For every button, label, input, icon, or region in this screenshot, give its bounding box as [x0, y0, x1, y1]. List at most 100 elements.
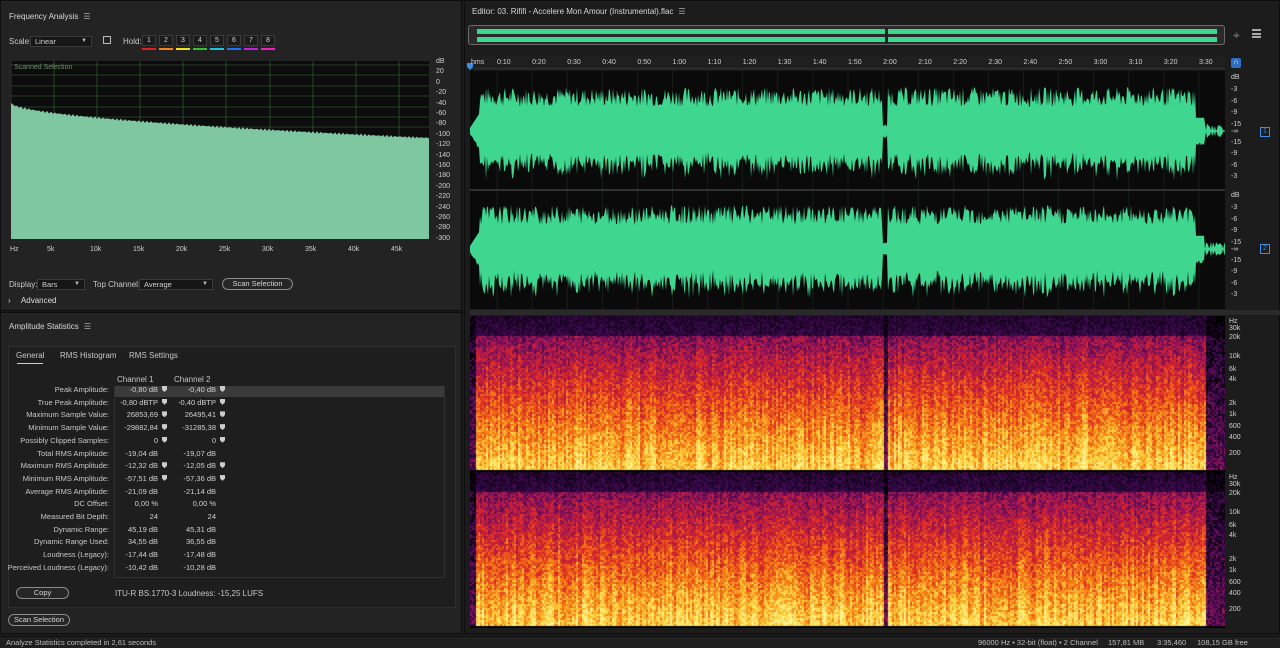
tab-rms-histogram[interactable]: RMS Histogram	[60, 351, 116, 360]
spectrum-plot	[11, 61, 429, 239]
stat-label: DC Offset:	[74, 499, 109, 509]
x-tick-label: 20k	[176, 246, 188, 253]
db-scale-label: -15	[1231, 239, 1242, 246]
scale-select[interactable]: Linear ▼	[30, 36, 92, 47]
time-ruler-label: 1:40	[812, 59, 827, 66]
hz-scale-label: 10k	[1229, 509, 1241, 516]
advanced-toggle[interactable]: › Advanced	[8, 296, 57, 305]
stat-value-ch1: 24	[149, 512, 158, 521]
db-scale-label: -3	[1231, 291, 1238, 298]
db-scale-label: -9	[1231, 150, 1238, 157]
x-tick-label: Hz	[10, 246, 19, 253]
top-channel-value: Average	[144, 280, 172, 289]
hold-button-3[interactable]: 3	[176, 35, 190, 46]
amplitude-statistics-title: Amplitude Statistics ☰	[9, 322, 91, 331]
time-ruler-label: 1:30	[777, 59, 792, 66]
time-ruler-label: 1:00	[672, 59, 687, 66]
stat-value-ch2: -31285,38	[182, 423, 216, 433]
time-ruler-label: 2:40	[1023, 59, 1038, 66]
stat-value-ch2: -12,05 dB	[183, 461, 216, 471]
stat-value-ch2: 0	[211, 435, 216, 445]
y-tick-label: -300	[436, 234, 451, 242]
hold-color-swatch	[210, 48, 224, 50]
db-scale-label: -15	[1231, 121, 1242, 128]
db-scale-label: -6	[1231, 280, 1238, 287]
db-scale-label: -15	[1231, 139, 1242, 146]
stat-value-ch1: -57,51 dB	[125, 473, 158, 483]
stat-label: Possibly Clipped Samples:	[20, 435, 109, 445]
y-tick-label: -100	[436, 130, 451, 138]
hz-scale-label: 20k	[1229, 334, 1241, 341]
hz-scale-label: 600	[1229, 579, 1241, 586]
db-scale-label: -15	[1231, 257, 1242, 264]
copy-button[interactable]: Copy	[16, 587, 69, 599]
stat-value-ch2: 45,31 dB	[185, 524, 216, 534]
stat-value-ch1: -12,32 dB	[125, 461, 158, 471]
hz-scale-label: Hz	[1229, 318, 1238, 325]
hold-button-1[interactable]: 1	[142, 35, 156, 46]
y-tick-label: -260	[436, 214, 451, 221]
scan-selection-button[interactable]: Scan Selection	[8, 614, 70, 626]
panel-menu-icon[interactable]: ☰	[83, 12, 90, 21]
top-channel-select[interactable]: Average ▼	[139, 279, 213, 290]
y-tick-label: -60	[436, 110, 447, 117]
hz-scale-label: 30k	[1229, 481, 1241, 488]
hold-button-2[interactable]: 2	[159, 35, 173, 46]
stat-value-ch1: 34,55 dB	[127, 537, 158, 547]
time-ruler-label: 3:00	[1093, 59, 1108, 66]
spectrogram-view[interactable]	[470, 316, 1225, 628]
hold-label: Hold:	[123, 37, 142, 46]
stat-value-ch1: -10,42 dB	[125, 562, 158, 572]
db-scale-label: -∞	[1231, 128, 1239, 135]
hold-button-5[interactable]: 5	[210, 35, 224, 46]
waveform-view[interactable]	[470, 71, 1225, 309]
time-ruler-label: 2:50	[1058, 59, 1073, 66]
chevron-right-icon: ›	[8, 296, 11, 305]
panel-title-text: Frequency Analysis	[9, 12, 79, 21]
view-divider[interactable]	[470, 310, 1280, 315]
stat-value-ch1: -0,80 dB	[129, 385, 158, 394]
y-tick-label: 20	[436, 68, 444, 76]
editor-title: Editor: 03. Rififi - Accelere Mon Amour …	[472, 7, 686, 16]
hold-color-swatch	[159, 48, 173, 50]
hold-button-4[interactable]: 4	[193, 35, 207, 46]
lock-view-icon[interactable]	[103, 36, 111, 44]
overview-navigator[interactable]	[468, 25, 1225, 45]
stat-label: Measured Bit Depth:	[40, 512, 109, 521]
hold-color-swatch	[176, 48, 190, 50]
list-view-icon[interactable]	[1252, 29, 1261, 38]
hz-scale-label: 10k	[1229, 353, 1241, 360]
zoom-icon[interactable]: ⌖	[1233, 28, 1240, 43]
hz-scale-label: 30k	[1229, 325, 1241, 332]
scan-selection-button[interactable]: Scan Selection	[222, 278, 293, 290]
panel-menu-icon[interactable]: ☰	[84, 322, 91, 331]
time-ruler-label: 3:10	[1128, 59, 1143, 66]
time-ruler-label: 0:30	[567, 59, 581, 66]
tab-rms-settings[interactable]: RMS Settings	[129, 351, 178, 360]
stat-value-ch1: 26853,69	[126, 410, 158, 420]
db-scale-label: -9	[1231, 268, 1238, 275]
hz-scale-label: 200	[1229, 606, 1241, 613]
stat-value-ch2: 26495,41	[184, 410, 216, 420]
spectrum-graph[interactable]: Scanned Selection	[11, 61, 429, 239]
headphones-icon[interactable]: ∩	[1231, 58, 1241, 68]
hold-button-6[interactable]: 6	[227, 35, 241, 46]
y-tick-label: -80	[436, 120, 447, 128]
display-select[interactable]: Bars ▼	[37, 279, 85, 290]
hold-button-7[interactable]: 7	[244, 35, 258, 46]
stat-label: Perceived Loudness (Legacy):	[7, 562, 109, 572]
time-ruler-label: 1:50	[848, 59, 862, 66]
channel-1-badge[interactable]: 1	[1260, 127, 1270, 137]
hz-scale-label: 200	[1229, 450, 1241, 457]
hold-button-8[interactable]: 8	[261, 35, 275, 46]
status-format: 96000 Hz • 32-bit (float) • 2 Channel	[978, 638, 1098, 647]
scale-value: Linear	[35, 37, 56, 46]
advanced-label: Advanced	[20, 296, 57, 305]
hz-scale-label: 6k	[1229, 366, 1237, 373]
y-tick-label: 0	[436, 78, 440, 86]
panel-menu-icon[interactable]: ☰	[678, 7, 685, 16]
tab-general[interactable]: General	[16, 351, 44, 360]
overview-waveform	[477, 28, 1217, 44]
channel-2-badge[interactable]: 2	[1260, 244, 1270, 254]
hold-color-swatch	[244, 48, 258, 50]
